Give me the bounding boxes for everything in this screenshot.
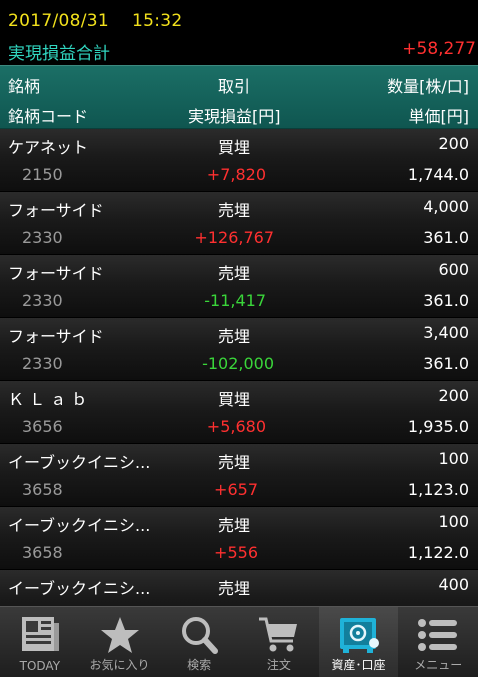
header-price: 単価[円] [408,107,470,126]
header-pl: 実現損益[円] [188,107,281,126]
header-code: 銘柄コード [8,107,89,126]
table-row[interactable]: ケアネット 買埋 200 2150 +7,820 1,744.0 [0,129,478,192]
newspaper-icon [21,617,59,651]
row-qty: 3,400 [423,323,469,342]
menu-icon [418,619,458,651]
row-qty: 4,000 [423,197,469,216]
table-row[interactable]: フォーサイド 売埋 4,000 2330 +126,767 361.0 [0,192,478,255]
tab-search[interactable]: 検索 [159,607,239,677]
row-price: 361.0 [423,354,469,373]
tab-today-label: TODAY [19,659,61,673]
tab-today[interactable]: TODAY [0,607,80,677]
tab-menu[interactable]: メニュー [398,607,478,677]
tab-favorites-label: お気に入り [89,658,150,672]
row-qty: 200 [438,134,469,153]
table-row[interactable]: Ｋ Ｌ ａ ｂ 買埋 200 3656 +5,680 1,935.0 [0,381,478,444]
row-pl: +657 [214,480,258,499]
row-name: フォーサイド [8,264,104,283]
row-name: ケアネット [8,138,89,157]
row-code: 3658 [22,480,63,499]
bottom-tab-bar: TODAY お気に入り 検索 注文 資産･口座 メニュー [0,606,478,677]
tab-assets[interactable]: 資産･口座 [318,607,399,677]
tab-favorites[interactable]: お気に入り [80,607,160,677]
row-name: フォーサイド [8,327,104,346]
star-icon [100,617,139,653]
row-pl: -11,417 [204,291,266,310]
row-price: 1,744.0 [407,165,469,184]
row-trade: 売埋 [218,453,251,472]
row-price: 1,935.0 [407,417,469,436]
table-header: 銘柄 取引 数量[株/口] 銘柄コード 実現損益[円] 単価[円] [0,65,478,129]
row-pl: +5,680 [206,417,266,436]
row-name: Ｋ Ｌ ａ ｂ [8,390,88,409]
datetime: 2017/08/31 15:32 [8,11,183,31]
row-qty: 600 [438,260,469,279]
row-code: 3656 [22,417,63,436]
tab-search-label: 検索 [187,658,212,672]
row-code: 2330 [22,291,63,310]
row-trade: 売埋 [218,516,251,535]
header-qty: 数量[株/口] [387,77,469,96]
row-price: 1,123.0 [407,480,469,499]
row-trade: 売埋 [218,201,251,220]
row-trade: 売埋 [218,579,251,598]
tab-order[interactable]: 注文 [239,607,319,677]
table-row[interactable]: イーブックイニシ... 売埋 400 [0,570,478,606]
row-code: 2330 [22,354,63,373]
row-code: 2330 [22,228,63,247]
row-code: 3658 [22,543,63,562]
row-pl: +7,820 [206,165,266,184]
row-price: 361.0 [423,228,469,247]
safe-icon [339,618,379,653]
row-name: イーブックイニシ... [8,516,151,535]
row-qty: 100 [438,512,469,531]
header-name: 銘柄 [8,77,41,96]
row-name: フォーサイド [8,201,104,220]
row-code: 2150 [22,165,63,184]
status-header: 2017/08/31 15:32 実現損益合計 +58,277 [0,0,478,65]
realized-pl-total-value: +58,277 [402,39,476,59]
row-price: 1,122.0 [407,543,469,562]
table-row[interactable]: フォーサイド 売埋 600 2330 -11,417 361.0 [0,255,478,318]
tab-order-label: 注文 [266,658,291,672]
tab-assets-label: 資産･口座 [331,658,386,672]
row-name: イーブックイニシ... [8,579,151,598]
row-trade: 買埋 [218,138,251,157]
row-qty: 200 [438,386,469,405]
tab-menu-label: メニュー [414,658,463,672]
cart-icon [258,617,297,652]
realized-pl-total-label: 実現損益合計 [8,44,110,64]
table-row[interactable]: イーブックイニシ... 売埋 100 3658 +556 1,122.0 [0,507,478,570]
row-qty: 100 [438,449,469,468]
row-pl: -102,000 [202,354,274,373]
row-pl: +556 [214,543,258,562]
row-name: イーブックイニシ... [8,453,151,472]
row-pl: +126,767 [194,228,274,247]
row-trade: 売埋 [218,264,251,283]
row-qty: 400 [438,575,469,594]
search-icon [182,617,219,654]
row-trade: 売埋 [218,327,251,346]
trade-list[interactable]: ケアネット 買埋 200 2150 +7,820 1,744.0 フォーサイド … [0,129,478,606]
header-trade: 取引 [218,77,251,96]
row-price: 361.0 [423,291,469,310]
table-row[interactable]: イーブックイニシ... 売埋 100 3658 +657 1,123.0 [0,444,478,507]
table-row[interactable]: フォーサイド 売埋 3,400 2330 -102,000 361.0 [0,318,478,381]
row-trade: 買埋 [218,390,251,409]
